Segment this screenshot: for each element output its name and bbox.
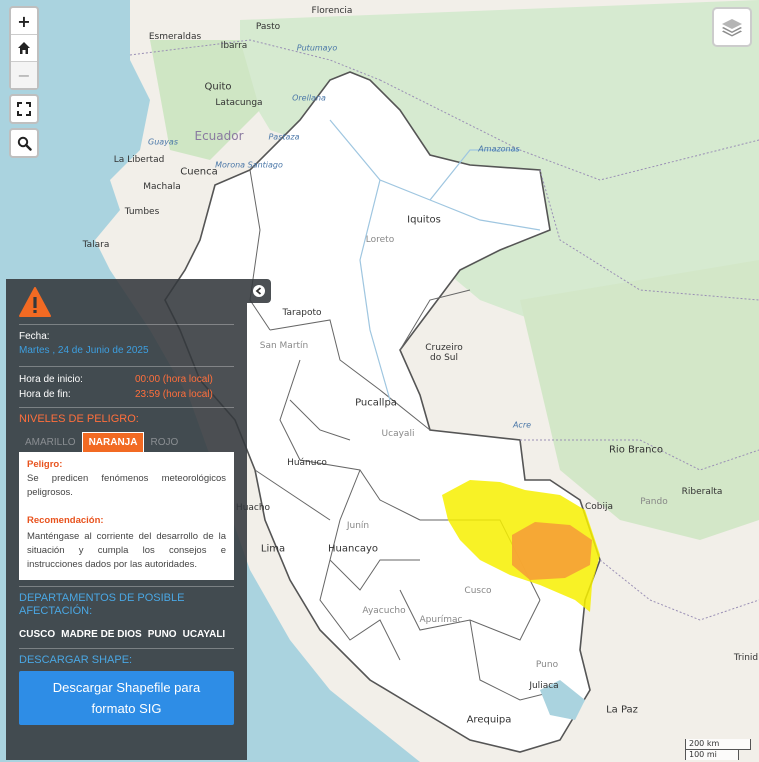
tab-rojo[interactable]: ROJO bbox=[144, 433, 184, 452]
tab-naranja[interactable]: NARANJA bbox=[81, 432, 145, 452]
map-label-junin: Junín bbox=[346, 521, 370, 531]
map-label-florencia: Florencia bbox=[311, 6, 353, 16]
fecha-label: Fecha: bbox=[19, 331, 50, 342]
home-button[interactable] bbox=[11, 35, 37, 62]
map-label-latacunga: Latacunga bbox=[215, 98, 263, 108]
map-label-pasto: Pasto bbox=[255, 22, 281, 32]
peligro-text: Se predicen fenómenos meteorológicos pel… bbox=[27, 473, 226, 498]
recomendacion-label: Recomendación: bbox=[27, 515, 104, 526]
recomendacion-text: Manténgase al corriente del desarrollo d… bbox=[27, 531, 226, 570]
map-label-huancayo: Huancayo bbox=[328, 543, 378, 555]
map-label-iquitos: Iquitos bbox=[407, 214, 441, 226]
map-label-san-martin: San Martín bbox=[259, 341, 309, 351]
map-label-loreto: Loreto bbox=[365, 235, 395, 245]
map-label-huanuco: Huánuco bbox=[287, 458, 327, 468]
map-label-putumayo: Putumayo bbox=[296, 43, 338, 53]
warning-icon bbox=[19, 287, 234, 319]
map-label-puno: Puno bbox=[535, 660, 559, 670]
map-label-tarapoto: Tarapoto bbox=[282, 308, 322, 318]
fullscreen-icon bbox=[17, 102, 31, 116]
departamento-item: UCAYALI bbox=[182, 629, 226, 640]
peligro-label: Peligro: bbox=[27, 459, 63, 470]
map-label-ecuador: Ecuador bbox=[194, 129, 244, 143]
departamento-item: CUSCO bbox=[19, 629, 56, 640]
map-label-juliaca: Juliaca bbox=[529, 681, 559, 691]
map-label-arequipa: Arequipa bbox=[466, 714, 512, 726]
scale-bar: 200 km 100 mi bbox=[685, 739, 751, 760]
search-control bbox=[9, 128, 39, 158]
home-icon bbox=[18, 42, 30, 54]
map-label-machala: Machala bbox=[143, 182, 181, 192]
map-label-lima: Lima bbox=[260, 543, 286, 555]
hora-fin-row: Hora de fin: 23:59 (hora local) bbox=[19, 387, 234, 402]
descargar-title: DESCARGAR SHAPE: bbox=[19, 654, 133, 666]
departamento-item: PUNO bbox=[147, 629, 177, 640]
map-label-esmeraldas: Esmeraldas bbox=[148, 32, 202, 42]
map-label-ucayali: Ucayali bbox=[381, 429, 415, 439]
map-label-cruzeiro: Cruzeiro do Sul bbox=[425, 343, 463, 363]
map-label-cuenca: Cuenca bbox=[180, 166, 218, 178]
zoom-control: + − bbox=[9, 6, 39, 90]
map-label-trinidad: Trinid bbox=[733, 653, 759, 663]
search-icon bbox=[17, 136, 32, 151]
tab-amarillo[interactable]: AMARILLO bbox=[19, 433, 82, 452]
zoom-in-button[interactable]: + bbox=[11, 8, 37, 35]
level-tabs: AMARILLO NARANJA ROJO bbox=[19, 432, 234, 452]
map-label-pastaza: Pastaza bbox=[268, 132, 300, 142]
map-label-riberalta: Riberalta bbox=[681, 487, 723, 497]
map-label-rio-branco: Rio Branco bbox=[608, 444, 664, 456]
fullscreen-control bbox=[9, 94, 39, 124]
hora-fin-label: Hora de fin: bbox=[19, 389, 71, 400]
hora-fin-value: 23:59 (hora local) bbox=[135, 389, 213, 400]
map-label-acre: Acre bbox=[512, 420, 532, 430]
arrow-left-circle-icon bbox=[253, 285, 265, 297]
map-label-guayas: Guayas bbox=[148, 137, 178, 147]
map-label-amazonas: Amazonas bbox=[478, 144, 520, 154]
map-label-cusco: Cusco bbox=[464, 586, 492, 596]
hora-inicio-value: 00:00 (hora local) bbox=[135, 374, 213, 385]
zoom-out-button[interactable]: − bbox=[11, 62, 37, 88]
scale-imperial: 100 mi bbox=[685, 749, 739, 760]
departamentos-title: DEPARTAMENTOS DE POSIBLE AFECTACIÓN: bbox=[19, 592, 185, 617]
departamento-item: MADRE DE DIOS bbox=[61, 629, 142, 640]
niveles-title: NIVELES DE PELIGRO: bbox=[19, 413, 139, 425]
map-label-la-libertad: La Libertad bbox=[113, 155, 165, 165]
departamentos-list: CUSCO MADRE DE DIOS PUNO UCAYALI bbox=[19, 629, 234, 640]
map-label-tumbes: Tumbes bbox=[124, 207, 160, 217]
map-label-cobija: Cobija bbox=[584, 502, 614, 512]
map-label-pucallpa: Pucallpa bbox=[355, 397, 397, 409]
level-description-card: Peligro: Se predicen fenómenos meteoroló… bbox=[19, 452, 234, 580]
map-label-ayacucho: Ayacucho bbox=[362, 606, 406, 616]
search-button[interactable] bbox=[11, 130, 37, 156]
scale-metric: 200 km bbox=[685, 739, 751, 750]
fullscreen-button[interactable] bbox=[11, 96, 37, 122]
layers-icon bbox=[722, 19, 742, 37]
hora-inicio-label: Hora de inicio: bbox=[19, 374, 83, 385]
map-label-quito: Quito bbox=[204, 81, 232, 93]
map-label-apurimac: Apurímac bbox=[419, 615, 463, 625]
map-label-talara: Talara bbox=[82, 240, 110, 250]
collapse-panel-button[interactable] bbox=[247, 279, 271, 303]
map-label-la-paz: La Paz bbox=[606, 704, 638, 716]
layers-button[interactable] bbox=[712, 7, 752, 47]
map-label-morona-santiago: Morona Santiago bbox=[215, 160, 283, 170]
fecha-value: Martes , 24 de Junio de 2025 bbox=[19, 345, 149, 356]
map-label-pando: Pando bbox=[640, 497, 668, 507]
map-label-ibarra: Ibarra bbox=[220, 41, 248, 51]
alert-info-panel: Fecha: Martes , 24 de Junio de 2025 Hora… bbox=[6, 279, 247, 760]
hora-inicio-row: Hora de inicio: 00:00 (hora local) bbox=[19, 372, 234, 387]
map-label-orellana: Orellana bbox=[292, 93, 326, 103]
download-shapefile-button[interactable]: Descargar Shapefile para formato SIG bbox=[19, 671, 234, 725]
